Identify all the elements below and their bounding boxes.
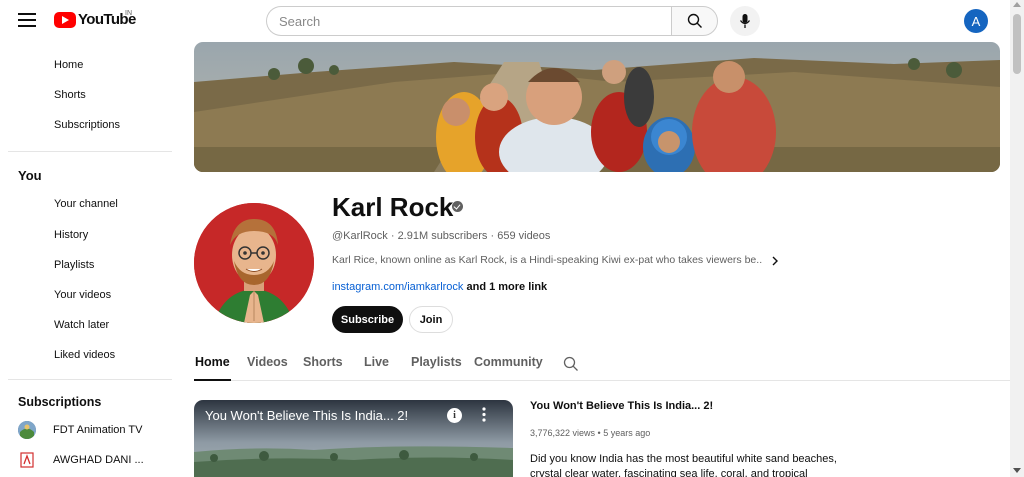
country-code: IN [125, 10, 132, 17]
sidebar-item-watch-later[interactable]: Watch later [54, 319, 109, 331]
search-icon [687, 13, 702, 28]
featured-video-thumbnail[interactable]: You Won't Believe This Is India... 2! i [194, 400, 513, 477]
subscription-label: AWGHAD DANI ... [53, 454, 144, 466]
sidebar-item-playlists[interactable]: Playlists [54, 259, 94, 271]
instagram-link[interactable]: instagram.com/iamkarlrock [332, 281, 463, 293]
channel-meta: @KarlRock · 2.91M subscribers · 659 vide… [332, 230, 551, 242]
search-input[interactable] [266, 6, 671, 36]
subscription-label: FDT Animation TV [53, 424, 143, 436]
sidebar: Home Shorts Subscriptions You Your chann… [0, 42, 180, 477]
channel-links: instagram.com/iamkarlrock and 1 more lin… [332, 281, 547, 293]
verified-badge-icon [452, 201, 463, 212]
sidebar-heading-subscriptions: Subscriptions [18, 395, 102, 409]
more-links-button[interactable]: and 1 more link [466, 281, 547, 293]
featured-video-meta: 3,776,322 views • 5 years ago [530, 428, 651, 438]
account-avatar[interactable]: A [964, 9, 988, 33]
channel-name: Karl Rock [332, 192, 454, 222]
subscribe-button[interactable]: Subscribe [332, 306, 403, 333]
tab-community[interactable]: Community [474, 355, 543, 369]
tab-videos[interactable]: Videos [247, 355, 288, 369]
tab-shorts[interactable]: Shorts [303, 355, 343, 369]
scrollbar-thumb[interactable] [1013, 14, 1021, 74]
scroll-up-arrow-icon[interactable] [1013, 2, 1021, 7]
sidebar-item-liked-videos[interactable]: Liked videos [54, 349, 115, 361]
sidebar-heading-you[interactable]: You [18, 168, 42, 183]
channel-avatar[interactable] [194, 203, 314, 323]
channel-description[interactable]: Karl Rice, known online as Karl Rock, is… [332, 254, 762, 266]
thumbnail-title: You Won't Believe This Is India... 2! [205, 408, 409, 423]
search-bar [266, 6, 718, 36]
join-button[interactable]: Join [409, 306, 453, 333]
chevron-right-icon[interactable] [768, 254, 782, 268]
tab-playlists[interactable]: Playlists [411, 355, 462, 369]
channel-banner [194, 42, 1000, 172]
channel-search-icon[interactable] [563, 356, 579, 372]
top-bar: YouTube IN A [0, 0, 1010, 42]
sidebar-item-home[interactable]: Home [54, 59, 83, 71]
tab-home[interactable]: Home [195, 355, 230, 369]
tab-live[interactable]: Live [364, 355, 389, 369]
youtube-logo[interactable]: YouTube IN [54, 10, 136, 28]
sidebar-item-shorts[interactable]: Shorts [54, 89, 86, 101]
featured-video-title[interactable]: You Won't Believe This Is India... 2! [530, 400, 713, 412]
scroll-down-arrow-icon[interactable] [1013, 468, 1021, 473]
sidebar-item-your-videos[interactable]: Your videos [54, 289, 111, 301]
sidebar-divider [8, 151, 172, 152]
sidebar-item-subscriptions[interactable]: Subscriptions [54, 119, 120, 131]
more-vertical-icon[interactable] [482, 407, 486, 422]
info-icon[interactable]: i [447, 408, 462, 423]
featured-video-description: Did you know India has the most beautifu… [530, 453, 837, 477]
search-button[interactable] [671, 6, 718, 36]
subscription-item[interactable]: FDT Animation TV [18, 421, 142, 439]
microphone-icon [739, 14, 751, 28]
channel-tabs: Home Videos Shorts Live Playlists Commun… [194, 348, 1010, 381]
sidebar-item-history[interactable]: History [54, 229, 88, 241]
menu-icon[interactable] [18, 13, 36, 27]
channel-avatar-icon [18, 451, 36, 469]
channel-avatar-icon [18, 421, 36, 439]
subscription-item[interactable]: AWGHAD DANI ... [18, 451, 144, 469]
active-tab-indicator [194, 379, 231, 381]
sidebar-item-your-channel[interactable]: Your channel [54, 198, 118, 210]
page-scrollbar[interactable] [1010, 0, 1024, 477]
youtube-play-icon [54, 11, 76, 28]
voice-search-button[interactable] [730, 6, 760, 36]
sidebar-divider [8, 379, 172, 380]
